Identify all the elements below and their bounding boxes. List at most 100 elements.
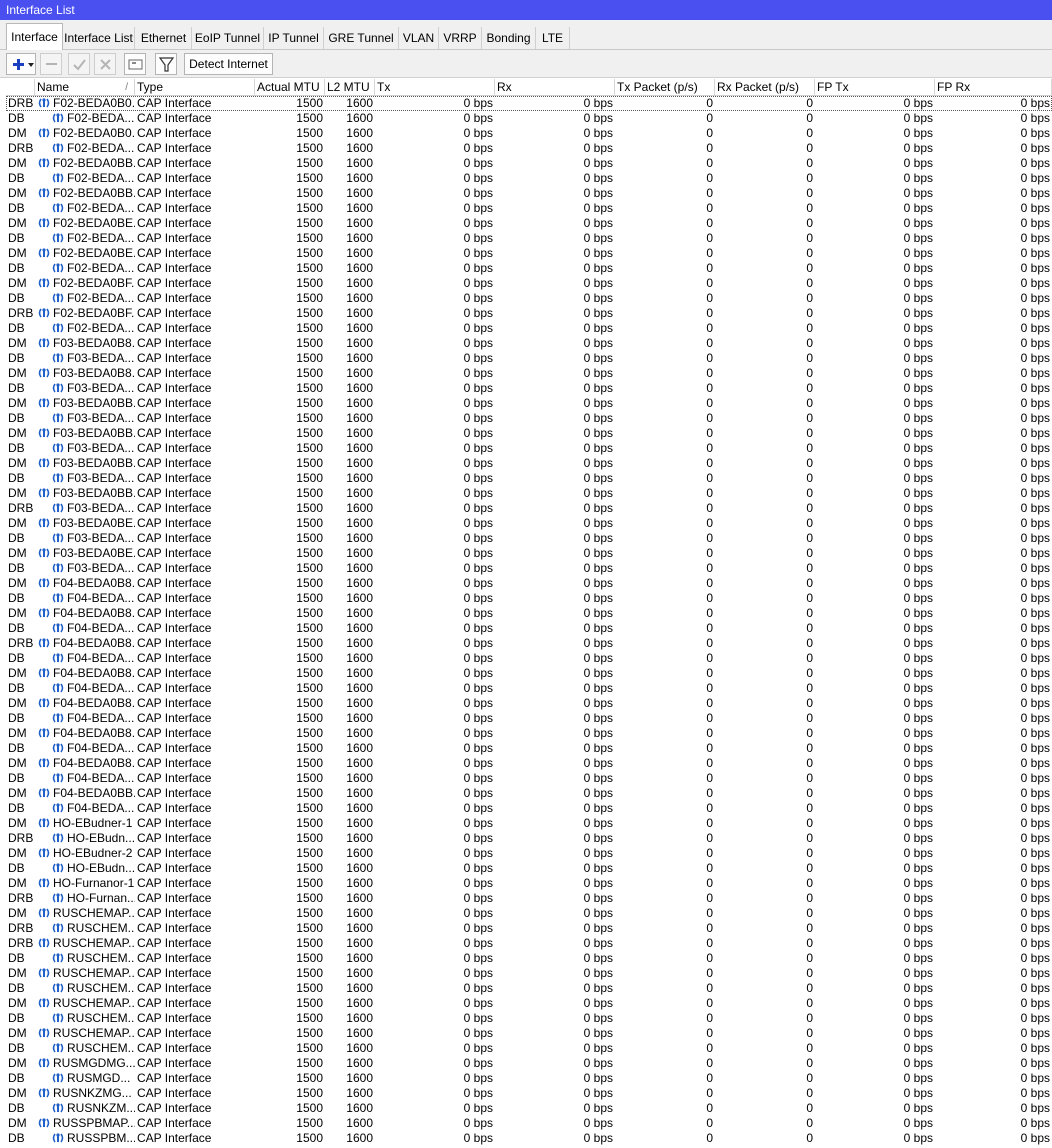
table-row[interactable]: DM F02-BEDA0B0... CAP Interface 1500 1600 0 b… — [6, 126, 1052, 141]
table-row[interactable]: DB F03-BEDA... CAP Interface 1500 1600 0 bps 0… — [6, 381, 1052, 396]
table-row[interactable]: DB F02-BEDA... CAP Interface 1500 1600 0 bps 0… — [6, 201, 1052, 216]
tab-interface-list[interactable]: Interface List — [63, 27, 135, 49]
detect-internet-button[interactable]: Detect Internet — [184, 53, 273, 75]
table-row[interactable]: DB F04-BEDA... CAP Interface 1500 1600 0 bps 0… — [6, 711, 1052, 726]
row-l2-mtu: 1600 — [346, 771, 373, 785]
table-row[interactable]: DM HO-Furnanor-1 CAP Interface 1500 1600 0 bp… — [6, 876, 1052, 891]
row-rx-pps: 0 — [806, 1026, 813, 1040]
table-row[interactable]: DB RUSNKZM... CAP Interface 1500 1600 0 bps 0 … — [6, 1101, 1052, 1116]
table-row[interactable]: DRB HO-EBudn... CAP Interface 1500 1600 0 bps… — [6, 831, 1052, 846]
table-row[interactable]: DB F03-BEDA... CAP Interface 1500 1600 0 bps 0… — [6, 411, 1052, 426]
tab-vrrp[interactable]: VRRP — [439, 27, 482, 49]
header-name[interactable]: Name / — [35, 79, 135, 95]
disable-button[interactable] — [94, 53, 116, 75]
table-row[interactable]: DRB F02-BEDA0B0... CAP Interface 1500 1600 0 … — [6, 96, 1052, 111]
table-row[interactable]: DM F03-BEDA0B8... CAP Interface 1500 1600 0 b… — [6, 336, 1052, 351]
table-row[interactable]: DM F03-BEDA0BB... CAP Interface 1500 1600 0 b… — [6, 486, 1052, 501]
table-row[interactable]: DM F02-BEDA0BE... CAP Interface 1500 1600 0 b… — [6, 216, 1052, 231]
table-row[interactable]: DM F04-BEDA0B8... CAP Interface 1500 1600 0 b… — [6, 756, 1052, 771]
table-row[interactable]: DRB F03-BEDA... CAP Interface 1500 1600 0 bps… — [6, 501, 1052, 516]
table-row[interactable]: DB F02-BEDA... CAP Interface 1500 1600 0 bps 0… — [6, 261, 1052, 276]
table-row[interactable]: DB RUSCHEM... CAP Interface 1500 1600 0 bps 0 … — [6, 1011, 1052, 1026]
enable-button[interactable] — [68, 53, 90, 75]
table-row[interactable]: DB F04-BEDA... CAP Interface 1500 1600 0 bps 0… — [6, 591, 1052, 606]
header-actual-mtu[interactable]: Actual MTU — [255, 79, 325, 95]
table-row[interactable]: DB F04-BEDA... CAP Interface 1500 1600 0 bps 0… — [6, 621, 1052, 636]
table-row[interactable]: DM RUSMGDMG... CAP Interface 1500 1600 0 bps 0… — [6, 1056, 1052, 1071]
table-row[interactable]: DM F02-BEDA0BB... CAP Interface 1500 1600 0 b… — [6, 186, 1052, 201]
table-row[interactable]: DRB RUSCHEM... CAP Interface 1500 1600 0 bps 0… — [6, 921, 1052, 936]
table-row[interactable]: DB F02-BEDA... CAP Interface 1500 1600 0 bps 0… — [6, 321, 1052, 336]
table-row[interactable]: DM F04-BEDA0BB... CAP Interface 1500 1600 0 b… — [6, 786, 1052, 801]
table-row[interactable]: DM F04-BEDA0B8... CAP Interface 1500 1600 0 b… — [6, 606, 1052, 621]
tab-eoip-tunnel[interactable]: EoIP Tunnel — [192, 27, 264, 49]
table-row[interactable]: DM F03-BEDA0BE... CAP Interface 1500 1600 0 b… — [6, 516, 1052, 531]
table-row[interactable]: DM RUSCHEMAP... CAP Interface 1500 1600 0 bps… — [6, 1026, 1052, 1041]
table-row[interactable]: DM F04-BEDA0B8... CAP Interface 1500 1600 0 b… — [6, 576, 1052, 591]
table-row[interactable]: DM RUSSPBMAP... CAP Interface 1500 1600 0 bps… — [6, 1116, 1052, 1131]
tab-ip-tunnel[interactable]: IP Tunnel — [264, 27, 324, 49]
tab-bonding[interactable]: Bonding — [482, 27, 536, 49]
table-row[interactable]: DB F03-BEDA... CAP Interface 1500 1600 0 bps 0… — [6, 471, 1052, 486]
table-row[interactable]: DB F03-BEDA... CAP Interface 1500 1600 0 bps 0… — [6, 561, 1052, 576]
table-row[interactable]: DM F02-BEDA0BB... CAP Interface 1500 1600 0 b… — [6, 156, 1052, 171]
table-row[interactable]: DM F03-BEDA0BB... CAP Interface 1500 1600 0 b… — [6, 396, 1052, 411]
header-type[interactable]: Type — [135, 79, 255, 95]
table-row[interactable]: DRB F02-BEDA... CAP Interface 1500 1600 0 bps… — [6, 141, 1052, 156]
tab-lte[interactable]: LTE — [536, 27, 570, 49]
header-tx[interactable]: Tx — [375, 79, 495, 95]
table-row[interactable]: DM F03-BEDA0BB... CAP Interface 1500 1600 0 b… — [6, 426, 1052, 441]
table-row[interactable]: DB F02-BEDA... CAP Interface 1500 1600 0 bps 0… — [6, 291, 1052, 306]
table-row[interactable]: DM F03-BEDA0BE... CAP Interface 1500 1600 0 b… — [6, 546, 1052, 561]
table-row[interactable]: DB F02-BEDA... CAP Interface 1500 1600 0 bps 0… — [6, 231, 1052, 246]
filter-button[interactable] — [155, 53, 177, 75]
table-row[interactable]: DB F03-BEDA... CAP Interface 1500 1600 0 bps 0… — [6, 351, 1052, 366]
table-row[interactable]: DB F04-BEDA... CAP Interface 1500 1600 0 bps 0… — [6, 771, 1052, 786]
table-row[interactable]: DB RUSMGD... CAP Interface 1500 1600 0 bps 0 b… — [6, 1071, 1052, 1086]
table-row[interactable]: DRB RUSCHEMAP... CAP Interface 1500 1600 0 bp… — [6, 936, 1052, 951]
header-tx-packet-p-s[interactable]: Tx Packet (p/s) — [615, 79, 715, 95]
table-row[interactable]: DB RUSSPBM... CAP Interface 1500 1600 0 bps 0 … — [6, 1131, 1052, 1146]
table-row[interactable]: DM F04-BEDA0B8... CAP Interface 1500 1600 0 b… — [6, 666, 1052, 681]
table-row[interactable]: DB RUSCHEM... CAP Interface 1500 1600 0 bps 0 … — [6, 981, 1052, 996]
table-row[interactable]: DB F04-BEDA... CAP Interface 1500 1600 0 bps 0… — [6, 681, 1052, 696]
table-row[interactable]: DB F04-BEDA... CAP Interface 1500 1600 0 bps 0… — [6, 651, 1052, 666]
table-row[interactable]: DB F02-BEDA... CAP Interface 1500 1600 0 bps 0… — [6, 171, 1052, 186]
header-l2-mtu[interactable]: L2 MTU — [325, 79, 375, 95]
table-row[interactable]: DM F04-BEDA0B8... CAP Interface 1500 1600 0 b… — [6, 696, 1052, 711]
table-row[interactable]: DB RUSCHEM... CAP Interface 1500 1600 0 bps 0 … — [6, 951, 1052, 966]
table-row[interactable]: DM F04-BEDA0B8... CAP Interface 1500 1600 0 b… — [6, 726, 1052, 741]
table-row[interactable]: DRB HO-Furnan... CAP Interface 1500 1600 0 bp… — [6, 891, 1052, 906]
table-row[interactable]: DB F02-BEDA... CAP Interface 1500 1600 0 bps 0… — [6, 111, 1052, 126]
table-row[interactable]: DB HO-EBudn... CAP Interface 1500 1600 0 bps 0… — [6, 861, 1052, 876]
header-rx[interactable]: Rx — [495, 79, 615, 95]
table-row[interactable]: DM F03-BEDA0B8... CAP Interface 1500 1600 0 b… — [6, 366, 1052, 381]
table-row[interactable]: DM RUSCHEMAP... CAP Interface 1500 1600 0 bps… — [6, 966, 1052, 981]
add-button[interactable] — [6, 53, 36, 75]
remove-button[interactable] — [40, 53, 62, 75]
header-rx-packet-p-s[interactable]: Rx Packet (p/s) — [715, 79, 815, 95]
table-row[interactable]: DB F04-BEDA... CAP Interface 1500 1600 0 bps 0… — [6, 801, 1052, 816]
table-row[interactable]: DB F03-BEDA... CAP Interface 1500 1600 0 bps 0… — [6, 441, 1052, 456]
table-row[interactable]: DM HO-EBudner-1 CAP Interface 1500 1600 0 bps… — [6, 816, 1052, 831]
table-row[interactable]: DM RUSCHEMAP... CAP Interface 1500 1600 0 bps… — [6, 996, 1052, 1011]
table-row[interactable]: DB RUSCHEM... CAP Interface 1500 1600 0 bps 0 … — [6, 1041, 1052, 1056]
header-fp-rx[interactable]: FP Rx — [935, 79, 1052, 95]
table-row[interactable]: DB F03-BEDA... CAP Interface 1500 1600 0 bps 0… — [6, 531, 1052, 546]
table-row[interactable]: DM RUSCHEMAP... CAP Interface 1500 1600 0 bps… — [6, 906, 1052, 921]
table-row[interactable]: DM F02-BEDA0BF... CAP Interface 1500 1600 0 b… — [6, 276, 1052, 291]
table-row[interactable]: DM HO-EBudner-2 CAP Interface 1500 1600 0 bps… — [6, 846, 1052, 861]
header-fp-tx[interactable]: FP Tx — [815, 79, 935, 95]
table-row[interactable]: DM RUSNKZMG... CAP Interface 1500 1600 0 bps 0… — [6, 1086, 1052, 1101]
comment-button[interactable] — [124, 53, 146, 75]
tab-ethernet[interactable]: Ethernet — [136, 27, 192, 49]
table-row[interactable]: DRB F04-BEDA0B8... CAP Interface 1500 1600 0 … — [6, 636, 1052, 651]
tab-gre-tunnel[interactable]: GRE Tunnel — [324, 27, 399, 49]
tab-interface[interactable]: Interface — [6, 23, 63, 50]
table-row[interactable]: DB F04-BEDA... CAP Interface 1500 1600 0 bps 0… — [6, 741, 1052, 756]
table-row[interactable]: DM F02-BEDA0BE... CAP Interface 1500 1600 0 b… — [6, 246, 1052, 261]
header-flags[interactable] — [6, 79, 35, 95]
table-row[interactable]: DM F03-BEDA0BB... CAP Interface 1500 1600 0 b… — [6, 456, 1052, 471]
tab-vlan[interactable]: VLAN — [399, 27, 439, 49]
table-row[interactable]: DRB F02-BEDA0BF... CAP Interface 1500 1600 0 … — [6, 306, 1052, 321]
